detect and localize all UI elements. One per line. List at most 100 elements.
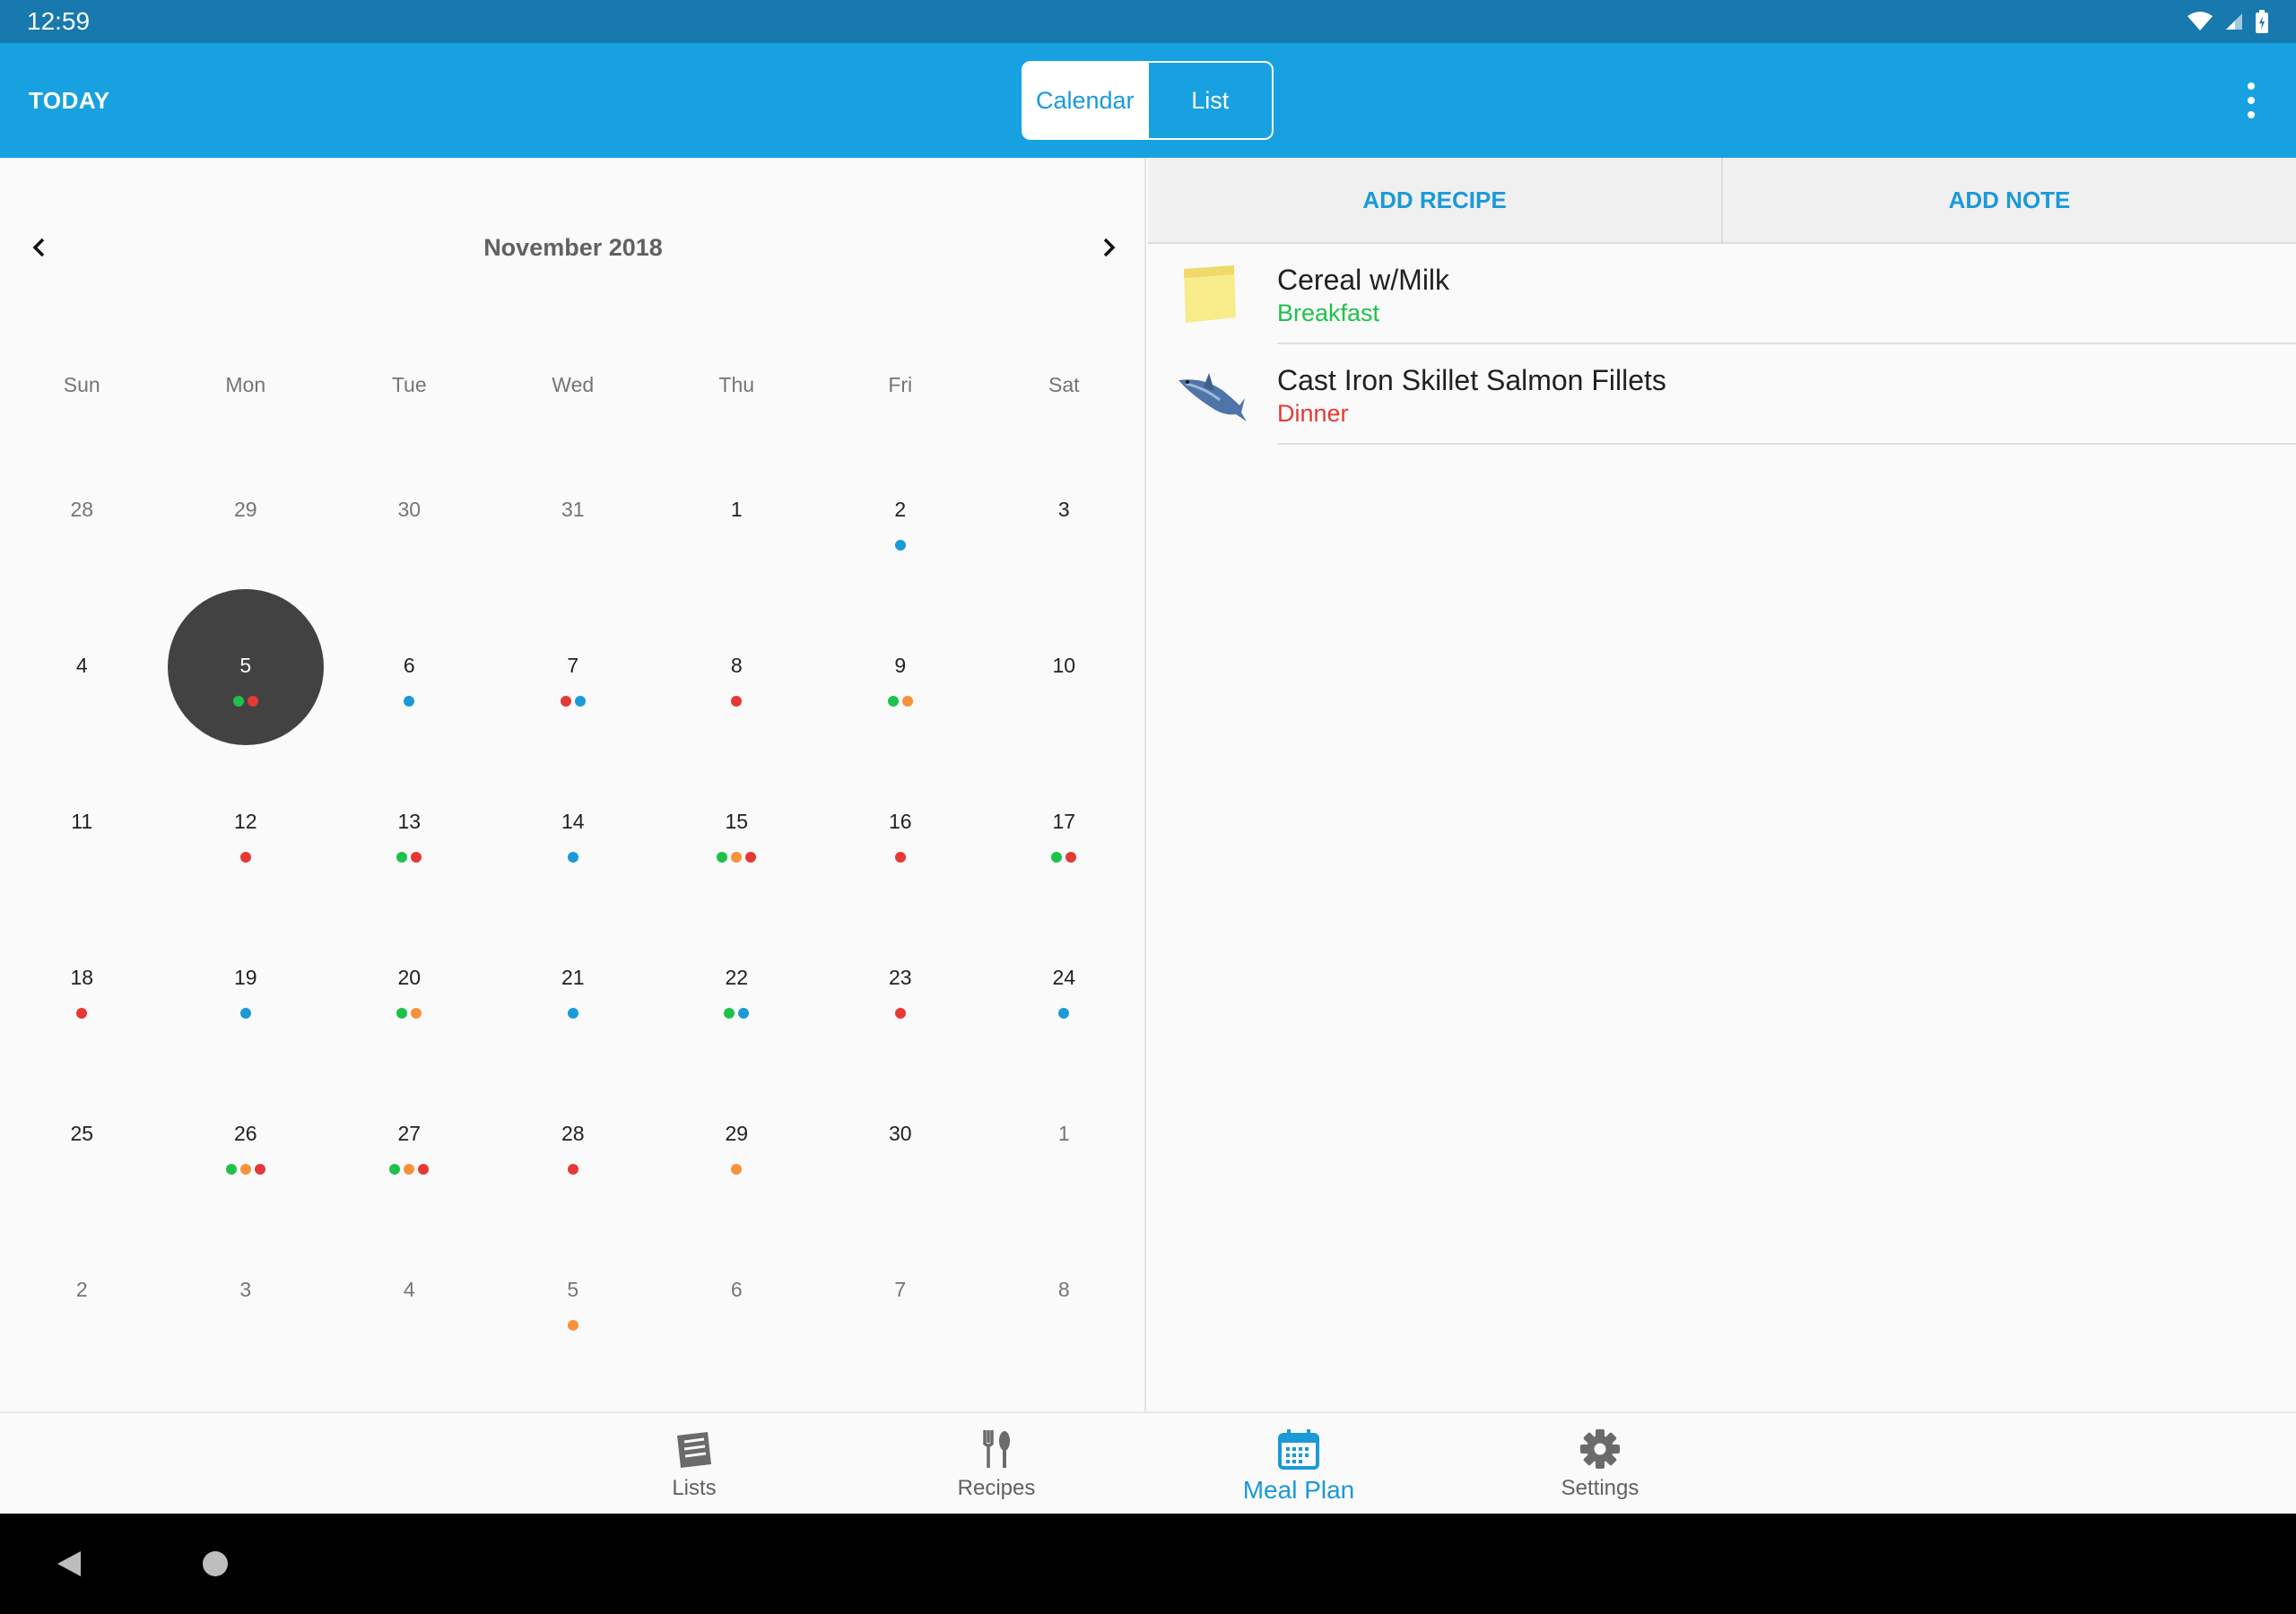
meal-dot-green [225, 1164, 237, 1175]
tab-label: Meal Plan [1242, 1476, 1355, 1504]
meal-dot-blue [567, 1008, 578, 1019]
calendar-day[interactable]: 21 [491, 940, 656, 1096]
calendar-day[interactable]: 22 [655, 940, 819, 1096]
fish-icon [1177, 364, 1247, 427]
meal-dot-red [894, 852, 906, 863]
calendar-view-button[interactable]: Calendar [1023, 63, 1147, 138]
calendar-day[interactable]: 19 [164, 940, 328, 1096]
weekday-label: Tue [391, 373, 427, 396]
calendar-day[interactable]: 26 [164, 1096, 328, 1252]
meal-dot-blue [738, 1008, 750, 1019]
calendar-day[interactable]: 5 [491, 1252, 656, 1408]
calendar-day[interactable]: 7 [819, 1252, 983, 1408]
day-number: 4 [403, 1277, 415, 1301]
meal-dot-blue [567, 852, 578, 863]
list-view-button[interactable]: List [1149, 63, 1273, 138]
calendar-week: 2 3 4 5 6 7 8 [0, 1252, 1146, 1408]
meal-dot-green [887, 696, 899, 707]
calendar-day[interactable]: 6 [327, 628, 491, 784]
calendar-day[interactable]: 4 [327, 1252, 491, 1408]
calendar-day[interactable]: 18 [0, 940, 164, 1096]
day-number: 18 [70, 965, 94, 989]
list-item[interactable]: Cast Iron Skillet Salmon Fillets Dinner [1148, 344, 2296, 445]
add-note-button[interactable]: ADD NOTE [1723, 158, 2296, 242]
calendar-day[interactable]: 8 [655, 628, 819, 784]
tab-lists[interactable]: Lists [604, 1413, 784, 1515]
day-number: 31 [561, 497, 585, 521]
calendar-day[interactable]: 14 [491, 784, 656, 940]
calendar-day[interactable]: 2 [0, 1252, 164, 1408]
tab-settings[interactable]: Settings [1510, 1413, 1690, 1515]
calendar-day[interactable]: 7 [491, 628, 656, 784]
calendar-day[interactable]: 31 [491, 472, 656, 628]
meal-dot-red [411, 852, 422, 863]
calendar-day[interactable]: 15 [655, 784, 819, 940]
calendar-day[interactable]: 27 [327, 1096, 491, 1252]
calendar-day[interactable]: 11 [0, 784, 164, 940]
meal-dot-green [717, 852, 728, 863]
day-number: 6 [403, 653, 415, 677]
calendar-day[interactable]: 30 [327, 472, 491, 628]
wifi-icon [2187, 12, 2213, 30]
meal-title: Cast Iron Skillet Salmon Fillets [1277, 364, 1666, 396]
calendar-day[interactable]: 20 [327, 940, 491, 1096]
calendar-day-selected[interactable]: 5 [164, 589, 328, 784]
meal-indicator-dots [655, 1008, 819, 1019]
calendar-day[interactable]: 30 [819, 1096, 983, 1252]
calendar-week: 28 29 30 31 1 2 3 [0, 472, 1146, 628]
calendar-day[interactable]: 16 [819, 784, 983, 940]
calendar-day[interactable]: 12 [164, 784, 328, 940]
calendar-week: 4 5 6 7 8 9 10 [0, 589, 1146, 784]
tab-meal-plan[interactable]: Meal Plan [1209, 1413, 1388, 1515]
calendar-day[interactable]: 3 [982, 472, 1146, 628]
back-icon[interactable] [56, 1549, 83, 1578]
calendar-day[interactable]: 1 [655, 472, 819, 628]
meal-indicator-dots [327, 696, 491, 707]
calendar-day[interactable]: 6 [655, 1252, 819, 1408]
calendar-day[interactable]: 28 [491, 1096, 656, 1252]
meal-indicator-dots [655, 696, 819, 707]
calendar-day[interactable]: 17 [982, 784, 1146, 940]
chevron-right-icon[interactable] [1091, 230, 1126, 265]
calendar-day[interactable]: 8 [982, 1252, 1146, 1408]
calendar-day[interactable]: 25 [0, 1096, 164, 1252]
tab-label: Recipes [957, 1476, 1036, 1500]
day-number: 30 [397, 497, 422, 521]
calendar-day[interactable]: 3 [164, 1252, 328, 1408]
calendar-day[interactable]: 10 [982, 628, 1146, 784]
calendar-day[interactable]: 13 [327, 784, 491, 940]
today-button[interactable]: TODAY [29, 43, 110, 158]
calendar-day[interactable]: 28 [0, 472, 164, 628]
battery-charging-icon [2256, 10, 2268, 33]
add-recipe-button[interactable]: ADD RECIPE [1148, 158, 1721, 242]
meal-dot-blue [574, 696, 586, 707]
day-number: 28 [70, 497, 94, 521]
day-number: 2 [75, 1277, 88, 1301]
meal-indicator-dots [164, 1008, 328, 1019]
signal-icon [2226, 13, 2242, 30]
chevron-left-icon[interactable] [22, 230, 57, 265]
calendar-panel: November 2018 Sun Mon Tue Wed Thu Fri Sat 28 29… [0, 158, 1146, 1411]
meal-dot-red [76, 1008, 88, 1019]
day-number: 26 [233, 1121, 257, 1145]
home-icon[interactable] [201, 1549, 230, 1578]
meal-indicator-dots [491, 696, 656, 707]
calendar-day[interactable]: 23 [819, 940, 983, 1096]
meal-indicator-dots [819, 696, 983, 707]
tab-label: Lists [672, 1476, 717, 1500]
day-number: 25 [70, 1121, 94, 1145]
list-item[interactable]: Cereal w/Milk Breakfast [1148, 244, 2296, 344]
calendar-day[interactable]: 2 [819, 472, 983, 628]
calendar-day[interactable]: 24 [982, 940, 1146, 1096]
tab-recipes[interactable]: Recipes [907, 1413, 1086, 1515]
calendar-day[interactable]: 4 [0, 628, 164, 784]
day-number: 4 [75, 653, 88, 677]
calendar-day[interactable]: 9 [819, 628, 983, 784]
more-vert-icon[interactable] [2242, 82, 2260, 118]
meal-dot-orange [567, 1320, 578, 1331]
meal-dot-green [724, 1008, 735, 1019]
calendar-day[interactable]: 1 [982, 1096, 1146, 1252]
meal-dot-orange [731, 1164, 743, 1175]
meal-indicator-dots [982, 852, 1146, 863]
calendar-day[interactable]: 29 [655, 1096, 819, 1252]
